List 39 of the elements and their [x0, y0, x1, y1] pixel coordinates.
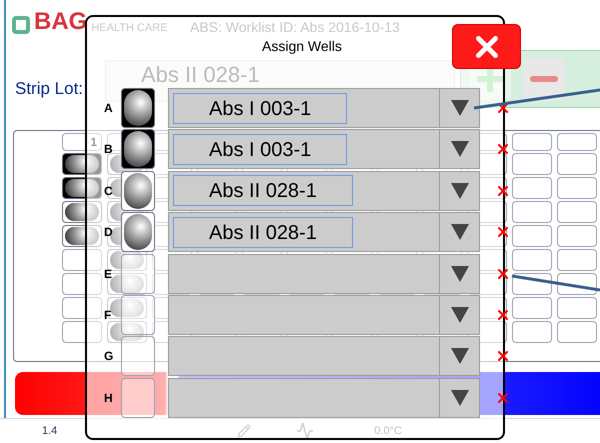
pencil-icon [237, 424, 252, 438]
caret-icon [450, 348, 468, 364]
caret-icon [450, 266, 468, 282]
chart-icon [296, 422, 314, 440]
column-header [512, 133, 552, 151]
row-label: F [104, 306, 112, 324]
well-combo[interactable]: Abs I 003-1 [168, 129, 480, 170]
remove-button[interactable] [523, 58, 565, 100]
combo-value: Abs II 028-1 [173, 216, 353, 248]
row-label: D [104, 224, 114, 242]
logo-text: BAG [34, 10, 88, 34]
version-text: 1.4 [42, 424, 58, 439]
combo-value: Abs II 028-1 [173, 175, 353, 206]
row-label: H [104, 390, 114, 407]
well-combo[interactable]: Abs II 028-1 [168, 212, 480, 252]
row-label: E [104, 266, 114, 283]
row-label: B [104, 141, 114, 158]
caret-icon [450, 306, 468, 323]
column-header: 1 [62, 133, 102, 151]
row-label: A [104, 100, 114, 117]
temperature-text: 0.0°C [374, 424, 402, 439]
caret-icon [450, 141, 468, 158]
caret-icon [450, 182, 468, 199]
combo-value: Abs I 003-1 [173, 92, 348, 124]
dialog-title: Assign Wells [262, 38, 342, 54]
caret-icon [450, 100, 468, 116]
column-header [557, 133, 597, 151]
caret-icon [450, 224, 468, 240]
caret-icon [450, 390, 468, 406]
well-combo[interactable]: Abs I 003-1 [168, 88, 480, 128]
well-combo[interactable]: Abs II 028-1 [168, 170, 480, 211]
logo-square-icon [12, 16, 30, 34]
minus-icon [530, 76, 558, 82]
close-button[interactable] [452, 24, 521, 69]
strip-lot-label: Strip Lot: [15, 78, 84, 100]
combo-value: Abs I 003-1 [173, 134, 348, 165]
row-label: G [104, 348, 114, 366]
row-label: C [104, 182, 114, 200]
plus-icon [477, 66, 503, 92]
